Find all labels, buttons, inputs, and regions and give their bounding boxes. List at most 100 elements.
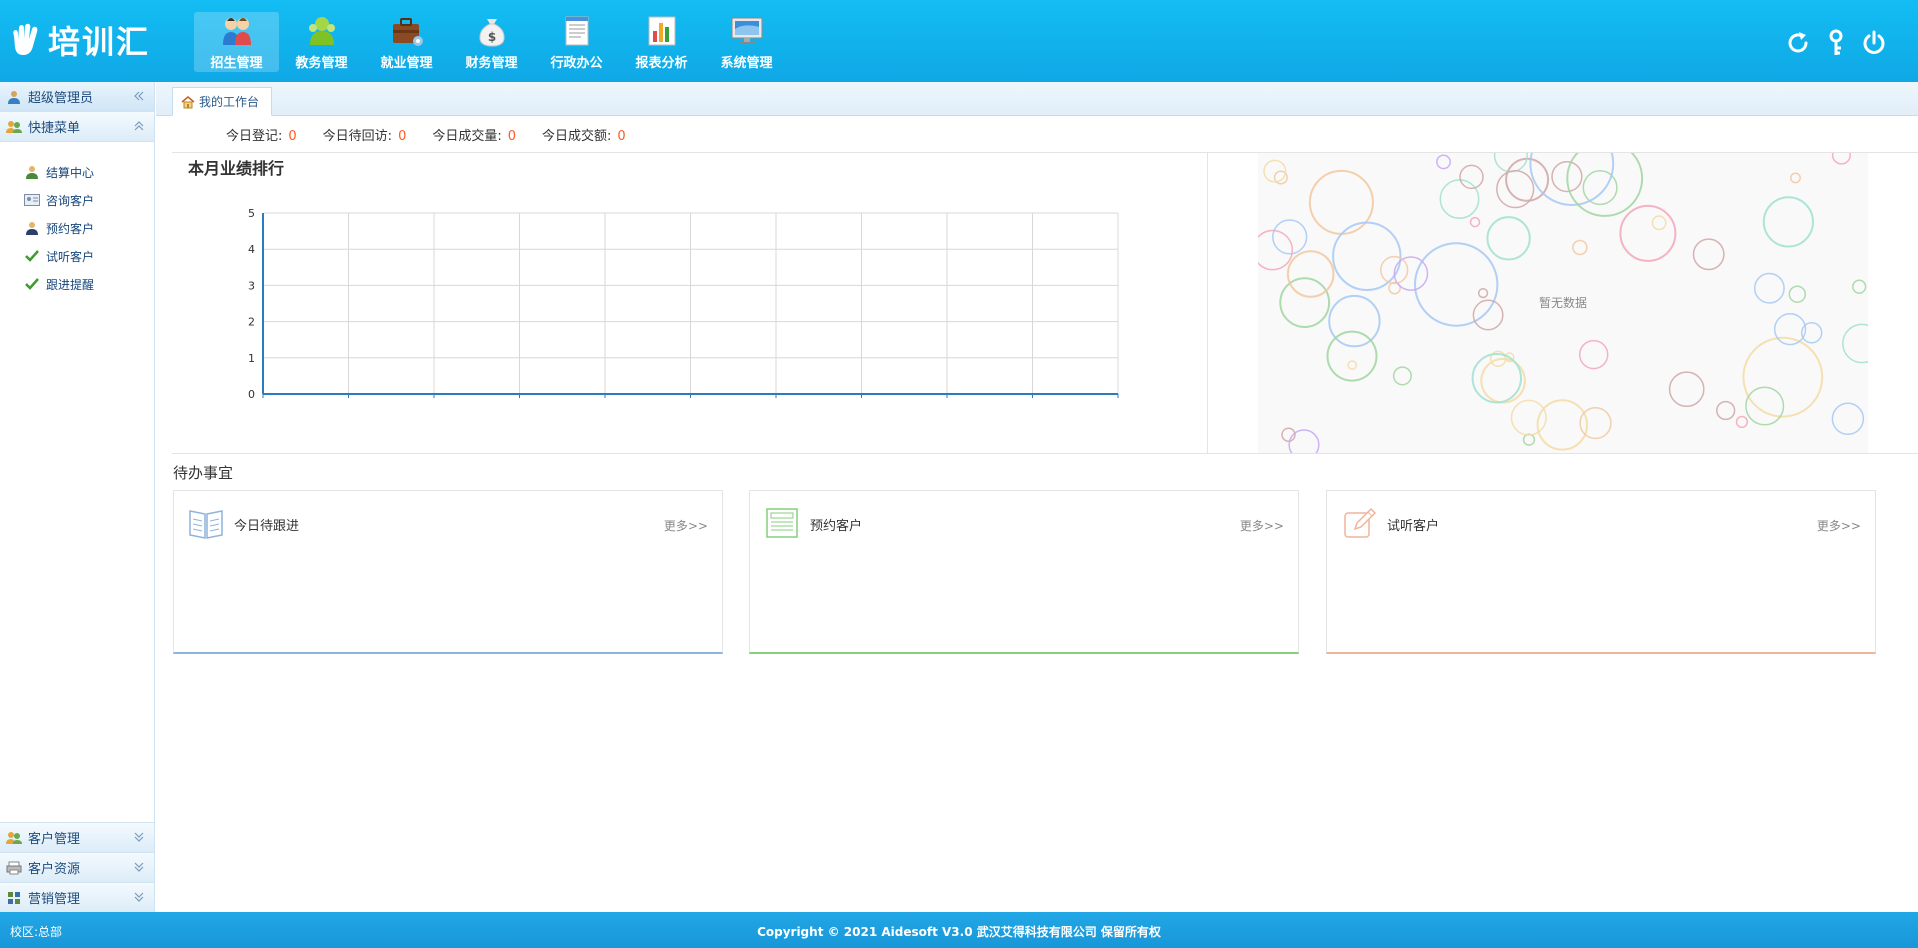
quick-item-label: 试听客户 [46, 249, 95, 264]
nav-finance[interactable]: $ 财务管理 [449, 12, 534, 72]
section-label: 客户管理 [28, 832, 81, 847]
decor-bubble [1651, 215, 1667, 231]
performance-bar-chart: 0 1 2 3 4 5 [248, 207, 1119, 401]
nav-label: 财务管理 [465, 56, 518, 71]
nav-label: 报表分析 [635, 56, 688, 71]
check-icon [24, 276, 40, 292]
quick-item-settlement[interactable]: 结算中心 [0, 158, 154, 186]
decor-bubble [1477, 287, 1489, 299]
monitor-icon [727, 14, 767, 48]
stat-deals: 今日成交量: 0 [432, 125, 516, 144]
decor-bubble [1414, 242, 1499, 327]
decor-bubble [1753, 272, 1785, 304]
nav-label: 招生管理 [210, 56, 263, 71]
quick-item-trial[interactable]: 试听客户 [0, 242, 154, 270]
grid-icon [6, 890, 22, 906]
sidebar-customer-resources[interactable]: 客户资源 [0, 852, 154, 882]
stat-value: 0 [398, 128, 407, 144]
decor-bubble [1288, 429, 1320, 453]
decor-bubble [1831, 153, 1851, 165]
pie-chart-placeholder: 暂无数据 [1258, 153, 1868, 453]
tab-label: 我的工作台 [199, 95, 260, 109]
pencil-icon [1344, 507, 1377, 538]
decor-bubble [1392, 366, 1412, 386]
todo-section-title: 待办事宜 [173, 464, 234, 482]
users-icon [6, 119, 22, 135]
quick-menu-list: 结算中心 咨询客户 预约客户 试听客户 跟进提醒 [0, 142, 154, 298]
user-dark-icon [24, 220, 40, 236]
quick-item-reserve[interactable]: 预约客户 [0, 214, 154, 242]
quick-item-label: 结算中心 [46, 165, 95, 180]
chevron-down-icon[interactable] [132, 860, 146, 874]
teachers-icon [302, 14, 342, 48]
section-label: 营销管理 [28, 892, 81, 907]
more-link[interactable]: 更多>> [1240, 517, 1284, 534]
nav-employment[interactable]: 就业管理 [364, 12, 449, 72]
check-icon [24, 248, 40, 264]
sidebar-bottom-sections: 客户管理 客户资源 营销管理 [0, 822, 154, 912]
decor-bubble [1332, 221, 1402, 292]
decor-bubble [1393, 256, 1429, 291]
decor-bubble [1326, 330, 1378, 382]
decor-bubble [1486, 216, 1531, 261]
chevron-down-icon[interactable] [132, 890, 146, 904]
quick-item-label: 预约客户 [46, 221, 95, 236]
decor-bubble [1773, 313, 1807, 346]
tab-my-workbench[interactable]: 我的工作台 [172, 87, 273, 116]
students-icon [217, 14, 257, 48]
decor-bubble [1286, 250, 1335, 298]
nav-label: 行政办公 [550, 56, 603, 71]
nav-label: 系统管理 [720, 56, 773, 71]
more-link[interactable]: 更多>> [1817, 517, 1861, 534]
footer: 校区:总部 Copyright © 2021 Aidesoft V3.0 武汉艾… [0, 912, 1918, 948]
power-icon[interactable] [1860, 28, 1888, 58]
divider [172, 453, 1918, 454]
decor-bubble [1852, 279, 1867, 294]
more-link[interactable]: 更多>> [664, 517, 708, 534]
nav-system[interactable]: 系统管理 [704, 12, 789, 72]
decor-bubble [1790, 172, 1801, 184]
stat-label: 今日待回访: [322, 128, 393, 144]
chevron-down-icon[interactable] [132, 830, 146, 844]
collapse-left-icon[interactable] [132, 89, 146, 103]
nav-academic[interactable]: 教务管理 [279, 12, 364, 72]
decor-bubble [1258, 229, 1294, 271]
stat-label: 今日成交量: [432, 128, 502, 144]
sidebar-quick-menu-header[interactable]: 快捷菜单 [0, 112, 154, 142]
nav-enrollment[interactable]: 招生管理 [194, 12, 279, 72]
decor-bubble [1328, 294, 1381, 348]
stat-label: 今日登记: [226, 128, 283, 144]
decor-bubble [1842, 323, 1868, 364]
quick-item-followup[interactable]: 跟进提醒 [0, 270, 154, 298]
decor-bubble [1619, 204, 1677, 262]
header-actions [1784, 28, 1888, 58]
chevron-up-icon[interactable] [132, 119, 146, 133]
decor-bubble [1439, 179, 1480, 220]
app-logo[interactable]: 培训汇 [8, 18, 150, 62]
nav-label: 教务管理 [295, 56, 348, 71]
user-icon [24, 164, 40, 180]
nav-label: 就业管理 [380, 56, 433, 71]
key-icon[interactable] [1822, 28, 1850, 58]
decor-bubble [1469, 216, 1481, 228]
decor-bubble [1788, 285, 1807, 303]
document-icon [557, 14, 597, 48]
todo-card-title: 预约客户 [810, 519, 863, 534]
top-header: 培训汇 招生管理 教务管理 就业管理 $ 财务管理 行政办公 报表分析 系统管理 [0, 0, 1918, 82]
decor-bubble [1522, 433, 1536, 446]
decor-bubble [1572, 239, 1588, 256]
decor-bubble [1668, 371, 1705, 408]
decor-bubble [1745, 386, 1785, 426]
nav-admin-office[interactable]: 行政办公 [534, 12, 619, 72]
refresh-icon[interactable] [1784, 28, 1812, 58]
todo-card-title: 试听客户 [1387, 519, 1440, 534]
nav-reports[interactable]: 报表分析 [619, 12, 704, 72]
decor-bubble [1566, 153, 1644, 217]
sidebar-marketing-mgmt[interactable]: 营销管理 [0, 882, 154, 912]
quick-item-consult[interactable]: 咨询客户 [0, 186, 154, 214]
stat-label: 今日成交额: [542, 128, 612, 144]
decor-bubble [1510, 399, 1547, 436]
sidebar-user-header[interactable]: 超级管理员 [0, 82, 154, 112]
sidebar-customer-mgmt[interactable]: 客户管理 [0, 822, 154, 852]
main-nav: 招生管理 教务管理 就业管理 $ 财务管理 行政办公 报表分析 系统管理 [194, 12, 789, 72]
